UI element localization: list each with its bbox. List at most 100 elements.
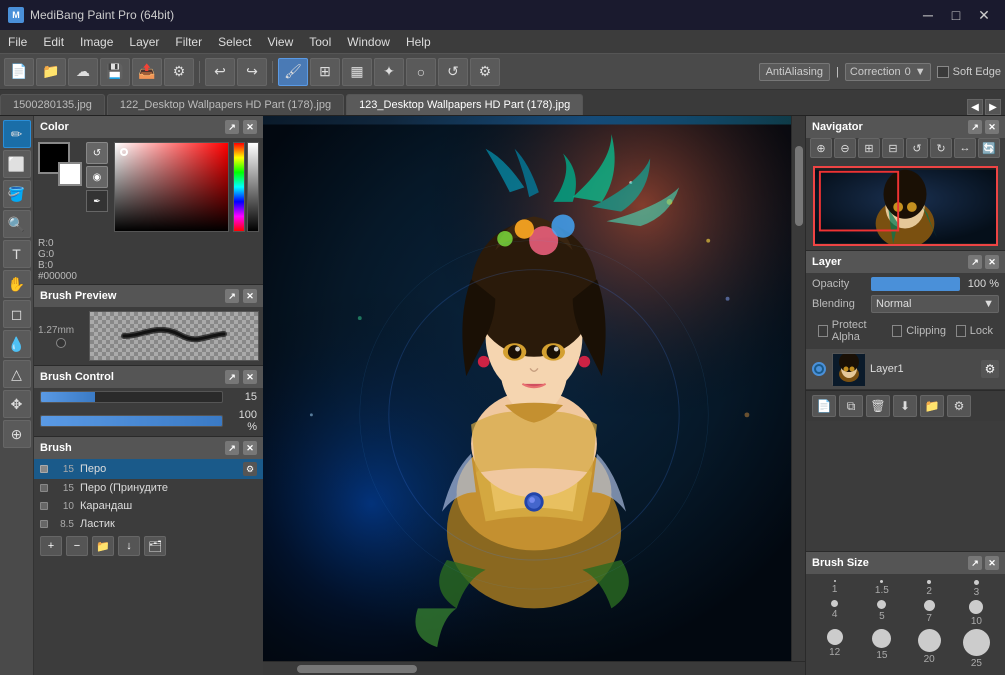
brush-item-3[interactable]: 8.5 Ластик xyxy=(34,515,263,533)
toolbar-export[interactable]: 📤 xyxy=(132,58,162,86)
menu-select[interactable]: Select xyxy=(210,30,259,53)
layer-delete[interactable]: 🗑 xyxy=(866,395,890,417)
brush-control-close[interactable]: ✕ xyxy=(243,370,257,384)
tab-0[interactable]: 1500280135.jpg xyxy=(0,94,105,115)
hue-bar[interactable] xyxy=(233,142,245,232)
nav-actual[interactable]: ⊟ xyxy=(882,138,904,158)
background-swatch[interactable] xyxy=(58,162,82,186)
layer-item-0[interactable]: Layer1 ⚙ xyxy=(806,349,1005,390)
brush-size-25[interactable]: 25 xyxy=(954,629,999,669)
tab-next[interactable]: ▶ xyxy=(985,99,1001,115)
layer-settings[interactable]: ⚙ xyxy=(947,395,971,417)
opacity-slider-track[interactable] xyxy=(40,415,223,427)
brush-control-expand[interactable]: ↗ xyxy=(225,370,239,384)
tool-blur[interactable]: 💧 xyxy=(3,330,31,358)
brush-add[interactable]: + xyxy=(40,536,62,556)
tab-prev[interactable]: ◀ xyxy=(967,99,983,115)
lock-checkbox[interactable] xyxy=(956,325,966,337)
menu-filter[interactable]: Filter xyxy=(167,30,210,53)
navigator-close[interactable]: ✕ xyxy=(985,120,999,134)
tool-eyedropper[interactable]: 🔍 xyxy=(3,210,31,238)
fg-bg-swatch[interactable] xyxy=(38,142,82,186)
size-slider-track[interactable] xyxy=(40,391,223,403)
canvas-area[interactable] xyxy=(263,116,805,675)
layer-gear-0[interactable]: ⚙ xyxy=(981,360,999,378)
toolbar-transform[interactable]: ✦ xyxy=(374,58,404,86)
tab-1[interactable]: 122_Desktop Wallpapers HD Part (178).jpg xyxy=(107,94,344,115)
nav-flip[interactable]: ↔ xyxy=(954,138,976,158)
correction-select[interactable]: Correction 0 ▼ xyxy=(845,63,931,81)
brightness-bar[interactable] xyxy=(247,142,259,232)
nav-rotate-left[interactable]: ↺ xyxy=(906,138,928,158)
brush-preview-expand[interactable]: ↗ xyxy=(225,289,239,303)
layer-duplicate[interactable]: ⧉ xyxy=(839,395,863,417)
color-panel-close[interactable]: ✕ xyxy=(243,120,257,134)
layer-visible-0[interactable] xyxy=(812,362,826,376)
toolbar-settings[interactable]: ⚙ xyxy=(164,58,194,86)
menu-layer[interactable]: Layer xyxy=(121,30,167,53)
protect-alpha-checkbox[interactable] xyxy=(818,325,828,337)
toolbar-options[interactable]: ⚙ xyxy=(470,58,500,86)
brush-size-2[interactable]: 2 xyxy=(907,580,952,598)
tool-zoom[interactable]: ⊕ xyxy=(3,420,31,448)
close-button[interactable]: ✕ xyxy=(971,4,997,26)
layer-panel-expand[interactable]: ↗ xyxy=(968,255,982,269)
toolbar-save[interactable]: 💾 xyxy=(100,58,130,86)
nav-fit[interactable]: ⊞ xyxy=(858,138,880,158)
brush-size-3[interactable]: 3 xyxy=(954,580,999,598)
tool-shape[interactable]: △ xyxy=(3,360,31,388)
layer-new[interactable]: 📄 xyxy=(812,395,836,417)
toolbar-grid[interactable]: ⊞ xyxy=(310,58,340,86)
minimize-button[interactable]: ─ xyxy=(915,4,941,26)
brush-size-15[interactable]: 15 xyxy=(859,629,904,669)
layer-merge-down[interactable]: ⬇ xyxy=(893,395,917,417)
toolbar-open[interactable]: 📁 xyxy=(36,58,66,86)
brush-size-10[interactable]: 10 xyxy=(954,600,999,627)
brush-size-1[interactable]: 1 xyxy=(812,580,857,598)
brush-size-20[interactable]: 20 xyxy=(907,629,952,669)
menu-window[interactable]: Window xyxy=(339,30,398,53)
toolbar-new[interactable]: 📄 xyxy=(4,58,34,86)
nav-zoom-out[interactable]: ⊖ xyxy=(834,138,856,158)
brush-import[interactable]: ↓ xyxy=(118,536,140,556)
vertical-scrollbar[interactable] xyxy=(791,116,805,661)
tool-select-rect[interactable]: ⬜ xyxy=(3,150,31,178)
brush-folder[interactable]: 📁 xyxy=(92,536,114,556)
nav-zoom-in[interactable]: ⊕ xyxy=(810,138,832,158)
color-gradient[interactable] xyxy=(114,142,229,232)
tool-brush[interactable]: ✏ xyxy=(3,120,31,148)
brush-size-12[interactable]: 12 xyxy=(812,629,857,669)
brush-size-expand[interactable]: ↗ xyxy=(968,556,982,570)
brush-preview-close[interactable]: ✕ xyxy=(243,289,257,303)
tool-text[interactable]: T xyxy=(3,240,31,268)
opacity-slider[interactable] xyxy=(871,277,960,291)
toolbar-redo[interactable]: ↪ xyxy=(237,58,267,86)
brush-item-0[interactable]: 15 Перо ⚙ xyxy=(34,459,263,479)
toolbar-undo[interactable]: ↩ xyxy=(205,58,235,86)
navigator-expand[interactable]: ↗ xyxy=(968,120,982,134)
layer-folder[interactable]: 📁 xyxy=(920,395,944,417)
layer-panel-close[interactable]: ✕ xyxy=(985,255,999,269)
h-scroll-thumb[interactable] xyxy=(297,665,417,673)
nav-refresh[interactable]: 🔄 xyxy=(978,138,1000,158)
tool-smudge[interactable]: ✋ xyxy=(3,270,31,298)
clipping-checkbox[interactable] xyxy=(892,325,902,337)
brush-size-4[interactable]: 4 xyxy=(812,600,857,627)
brush-panel-close[interactable]: ✕ xyxy=(243,441,257,455)
menu-edit[interactable]: Edit xyxy=(35,30,72,53)
toolbar-arc[interactable]: ↺ xyxy=(438,58,468,86)
color-panel-expand[interactable]: ↗ xyxy=(225,120,239,134)
v-scroll-thumb[interactable] xyxy=(795,146,803,226)
menu-tool[interactable]: Tool xyxy=(301,30,339,53)
tool-move[interactable]: ✥ xyxy=(3,390,31,418)
tool-small-1[interactable]: ↺ xyxy=(86,142,108,164)
menu-view[interactable]: View xyxy=(259,30,301,53)
brush-delete[interactable]: − xyxy=(66,536,88,556)
brush-panel-expand[interactable]: ↗ xyxy=(225,441,239,455)
brush-item-2[interactable]: 10 Карандаш xyxy=(34,497,263,515)
horizontal-scrollbar[interactable] xyxy=(263,661,805,675)
tool-fill[interactable]: 🪣 xyxy=(3,180,31,208)
maximize-button[interactable]: □ xyxy=(943,4,969,26)
brush-item-1[interactable]: 15 Перо (Принудите xyxy=(34,479,263,497)
menu-help[interactable]: Help xyxy=(398,30,439,53)
